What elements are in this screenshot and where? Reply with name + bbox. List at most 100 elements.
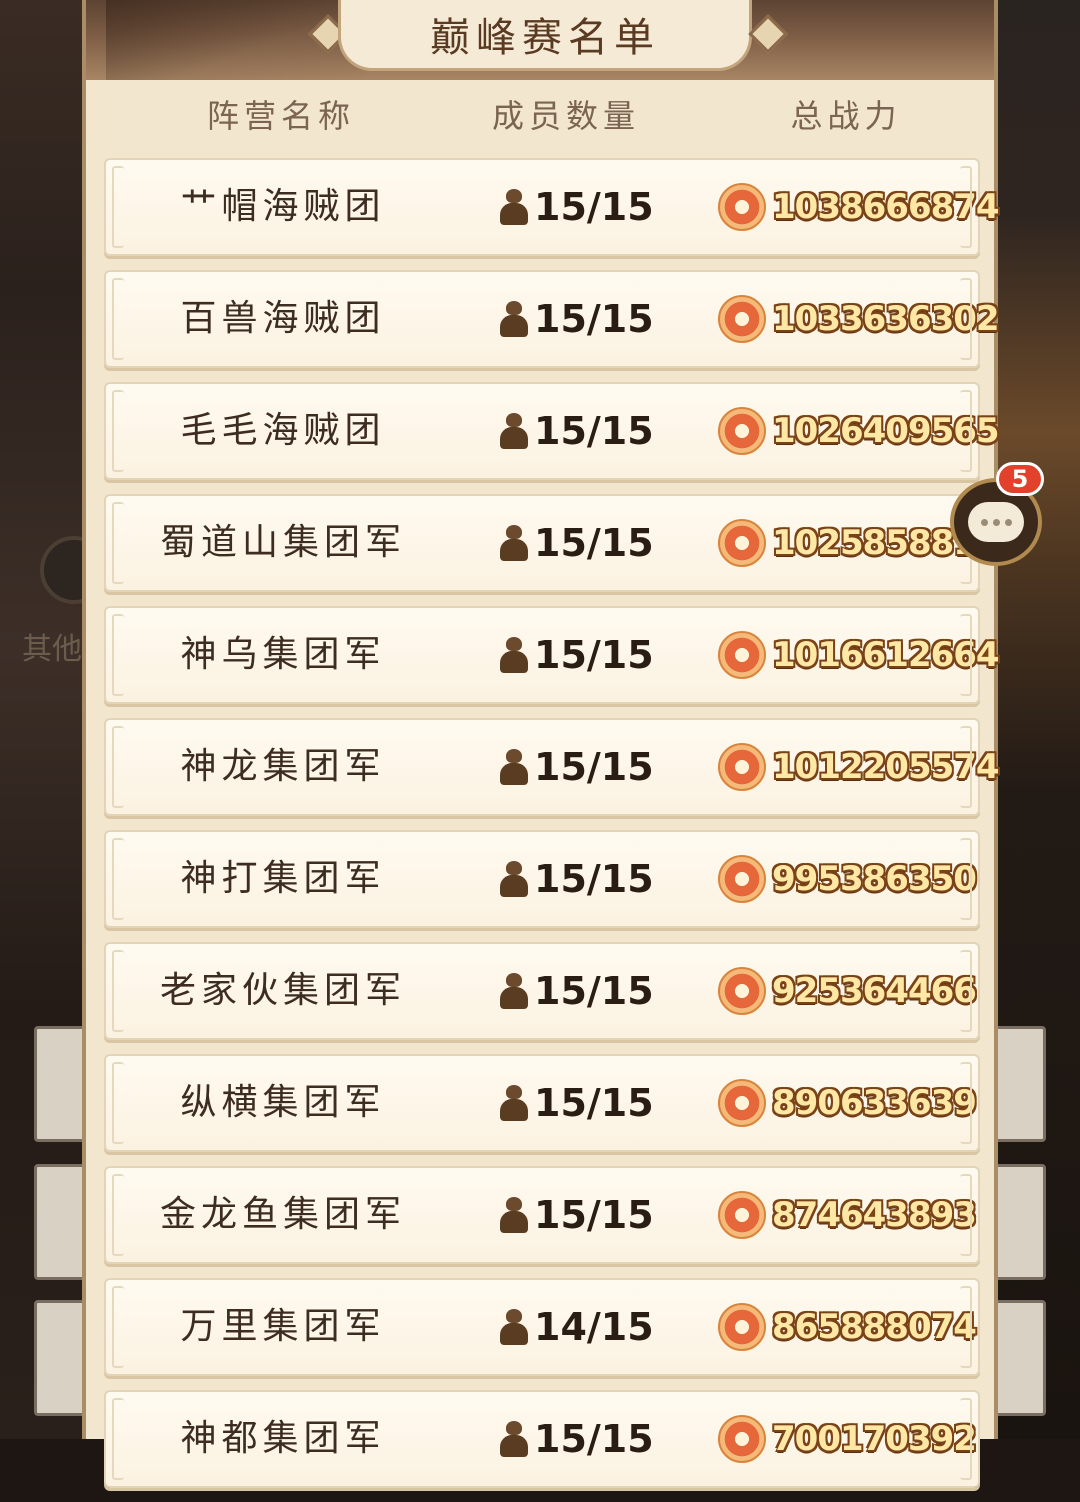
member-icon bbox=[498, 411, 530, 451]
table-row[interactable]: 神龙集团军 15/15 1012205574 bbox=[104, 718, 1000, 816]
power-icon bbox=[718, 183, 766, 231]
total-power: 1012205574 bbox=[718, 720, 1000, 814]
total-power: 874643893 bbox=[718, 1168, 977, 1262]
power-icon bbox=[718, 1191, 766, 1239]
total-power-value: 865888074 bbox=[772, 1307, 977, 1347]
team-name: 神打集团军 bbox=[180, 858, 386, 899]
member-count-value: 15/15 bbox=[534, 1081, 654, 1125]
member-count: 15/15 bbox=[498, 608, 654, 702]
table-row[interactable]: 百兽海贼团 15/15 1033636302 bbox=[104, 270, 1000, 368]
total-power-value: 1026409565 bbox=[772, 411, 1000, 451]
member-count: 15/15 bbox=[498, 496, 654, 590]
member-count: 15/15 bbox=[498, 272, 654, 366]
member-count-value: 15/15 bbox=[534, 1193, 654, 1237]
member-count: 14/15 bbox=[498, 1280, 654, 1374]
power-icon bbox=[718, 1303, 766, 1351]
chat-unread-badge: 5 bbox=[996, 462, 1044, 496]
member-count: 15/15 bbox=[498, 160, 654, 254]
total-power: 1033636302 bbox=[718, 272, 1000, 366]
table-row[interactable]: 纵横集团军 15/15 890633639 bbox=[104, 1054, 980, 1152]
total-power-value: 925364466 bbox=[772, 971, 977, 1011]
total-power: 1016612664 bbox=[718, 608, 1000, 702]
table-row[interactable]: 神乌集团军 15/15 1016612664 bbox=[104, 606, 1000, 704]
column-header-name: 阵营名称 bbox=[206, 97, 355, 135]
table-row[interactable]: 蜀道山集团军 15/15 1025858816 bbox=[104, 494, 1000, 592]
total-power: 1026409565 bbox=[718, 384, 1000, 478]
side-menu-label: 其他 bbox=[22, 632, 82, 667]
member-count: 15/15 bbox=[498, 832, 654, 926]
chat-bubble-icon bbox=[968, 502, 1024, 542]
team-name: 百兽海贼团 bbox=[180, 298, 386, 339]
total-power-value: 1033636302 bbox=[772, 299, 1000, 339]
member-icon bbox=[498, 1307, 530, 1347]
member-icon bbox=[498, 523, 530, 563]
table-row[interactable]: 艹帽海贼团 15/15 1038666874 bbox=[104, 158, 1000, 256]
power-icon bbox=[718, 1079, 766, 1127]
total-power-value: 700170392 bbox=[772, 1419, 977, 1459]
power-icon bbox=[718, 631, 766, 679]
total-power-value: 995386350 bbox=[772, 859, 977, 899]
column-header-power: 总战力 bbox=[790, 97, 902, 135]
roster-panel: 巅峰赛名单 阵营名称 成员数量 总战力 艹帽海贼团 15/15 1038666874… bbox=[82, 0, 1000, 1488]
table-row[interactable]: 神都集团军 15/15 700170392 bbox=[104, 1390, 980, 1488]
table-row[interactable]: 神打集团军 15/15 995386350 bbox=[104, 830, 980, 928]
member-count-value: 15/15 bbox=[534, 1417, 654, 1461]
team-name: 毛毛海贼团 bbox=[180, 410, 386, 451]
team-name: 纵横集团军 bbox=[180, 1082, 386, 1123]
total-power-value: 1038666874 bbox=[772, 187, 1000, 227]
table-row[interactable]: 毛毛海贼团 15/15 1026409565 bbox=[104, 382, 1000, 480]
table-row[interactable]: 金龙鱼集团军 15/15 874643893 bbox=[104, 1166, 980, 1264]
member-count: 15/15 bbox=[498, 944, 654, 1038]
power-icon bbox=[718, 1415, 766, 1463]
team-name: 神龙集团军 bbox=[180, 746, 386, 787]
total-power-value: 1016612664 bbox=[772, 635, 1000, 675]
team-name: 蜀道山集团军 bbox=[159, 522, 406, 563]
member-icon bbox=[498, 1419, 530, 1459]
power-icon bbox=[718, 855, 766, 903]
total-power: 865888074 bbox=[718, 1280, 977, 1374]
member-icon bbox=[498, 187, 530, 227]
member-icon bbox=[498, 1195, 530, 1235]
power-icon bbox=[718, 967, 766, 1015]
total-power: 890633639 bbox=[718, 1056, 977, 1150]
member-icon bbox=[498, 635, 530, 675]
team-name: 金龙鱼集团军 bbox=[159, 1194, 406, 1235]
member-count-value: 15/15 bbox=[534, 409, 654, 453]
member-count-value: 15/15 bbox=[534, 297, 654, 341]
team-name: 神都集团军 bbox=[180, 1418, 386, 1459]
total-power-value: 874643893 bbox=[772, 1195, 977, 1235]
title-ornament-icon bbox=[748, 14, 788, 54]
table-row[interactable]: 万里集团军 14/15 865888074 bbox=[104, 1278, 980, 1376]
member-icon bbox=[498, 971, 530, 1011]
team-name: 老家伙集团军 bbox=[159, 970, 406, 1011]
table-header: 阵营名称 成员数量 总战力 bbox=[86, 82, 994, 146]
member-icon bbox=[498, 747, 530, 787]
member-icon bbox=[498, 859, 530, 899]
team-name: 艹帽海贼团 bbox=[180, 186, 386, 227]
total-power: 1038666874 bbox=[718, 160, 1000, 254]
total-power: 925364466 bbox=[718, 944, 977, 1038]
total-power-value: 1012205574 bbox=[772, 747, 1000, 787]
member-count: 15/15 bbox=[498, 720, 654, 814]
member-count-value: 15/15 bbox=[534, 521, 654, 565]
member-count: 15/15 bbox=[498, 1168, 654, 1262]
total-power: 700170392 bbox=[718, 1392, 977, 1486]
team-name: 神乌集团军 bbox=[180, 634, 386, 675]
table-row[interactable]: 老家伙集团军 15/15 925364466 bbox=[104, 942, 980, 1040]
total-power: 995386350 bbox=[718, 832, 977, 926]
power-icon bbox=[718, 519, 766, 567]
member-icon bbox=[498, 1083, 530, 1123]
member-count-value: 15/15 bbox=[534, 857, 654, 901]
column-header-members: 成员数量 bbox=[491, 97, 640, 135]
power-icon bbox=[718, 743, 766, 791]
member-icon bbox=[498, 299, 530, 339]
member-count: 15/15 bbox=[498, 1056, 654, 1150]
team-name: 万里集团军 bbox=[180, 1306, 386, 1347]
total-power-value: 890633639 bbox=[772, 1083, 977, 1123]
power-icon bbox=[718, 407, 766, 455]
member-count-value: 15/15 bbox=[534, 745, 654, 789]
power-icon bbox=[718, 295, 766, 343]
member-count-value: 14/15 bbox=[534, 1305, 654, 1349]
team-list: 艹帽海贼团 15/15 1038666874 百兽海贼团 15/15 1033636302… bbox=[104, 158, 1000, 1502]
panel-header: 巅峰赛名单 bbox=[86, 0, 994, 80]
